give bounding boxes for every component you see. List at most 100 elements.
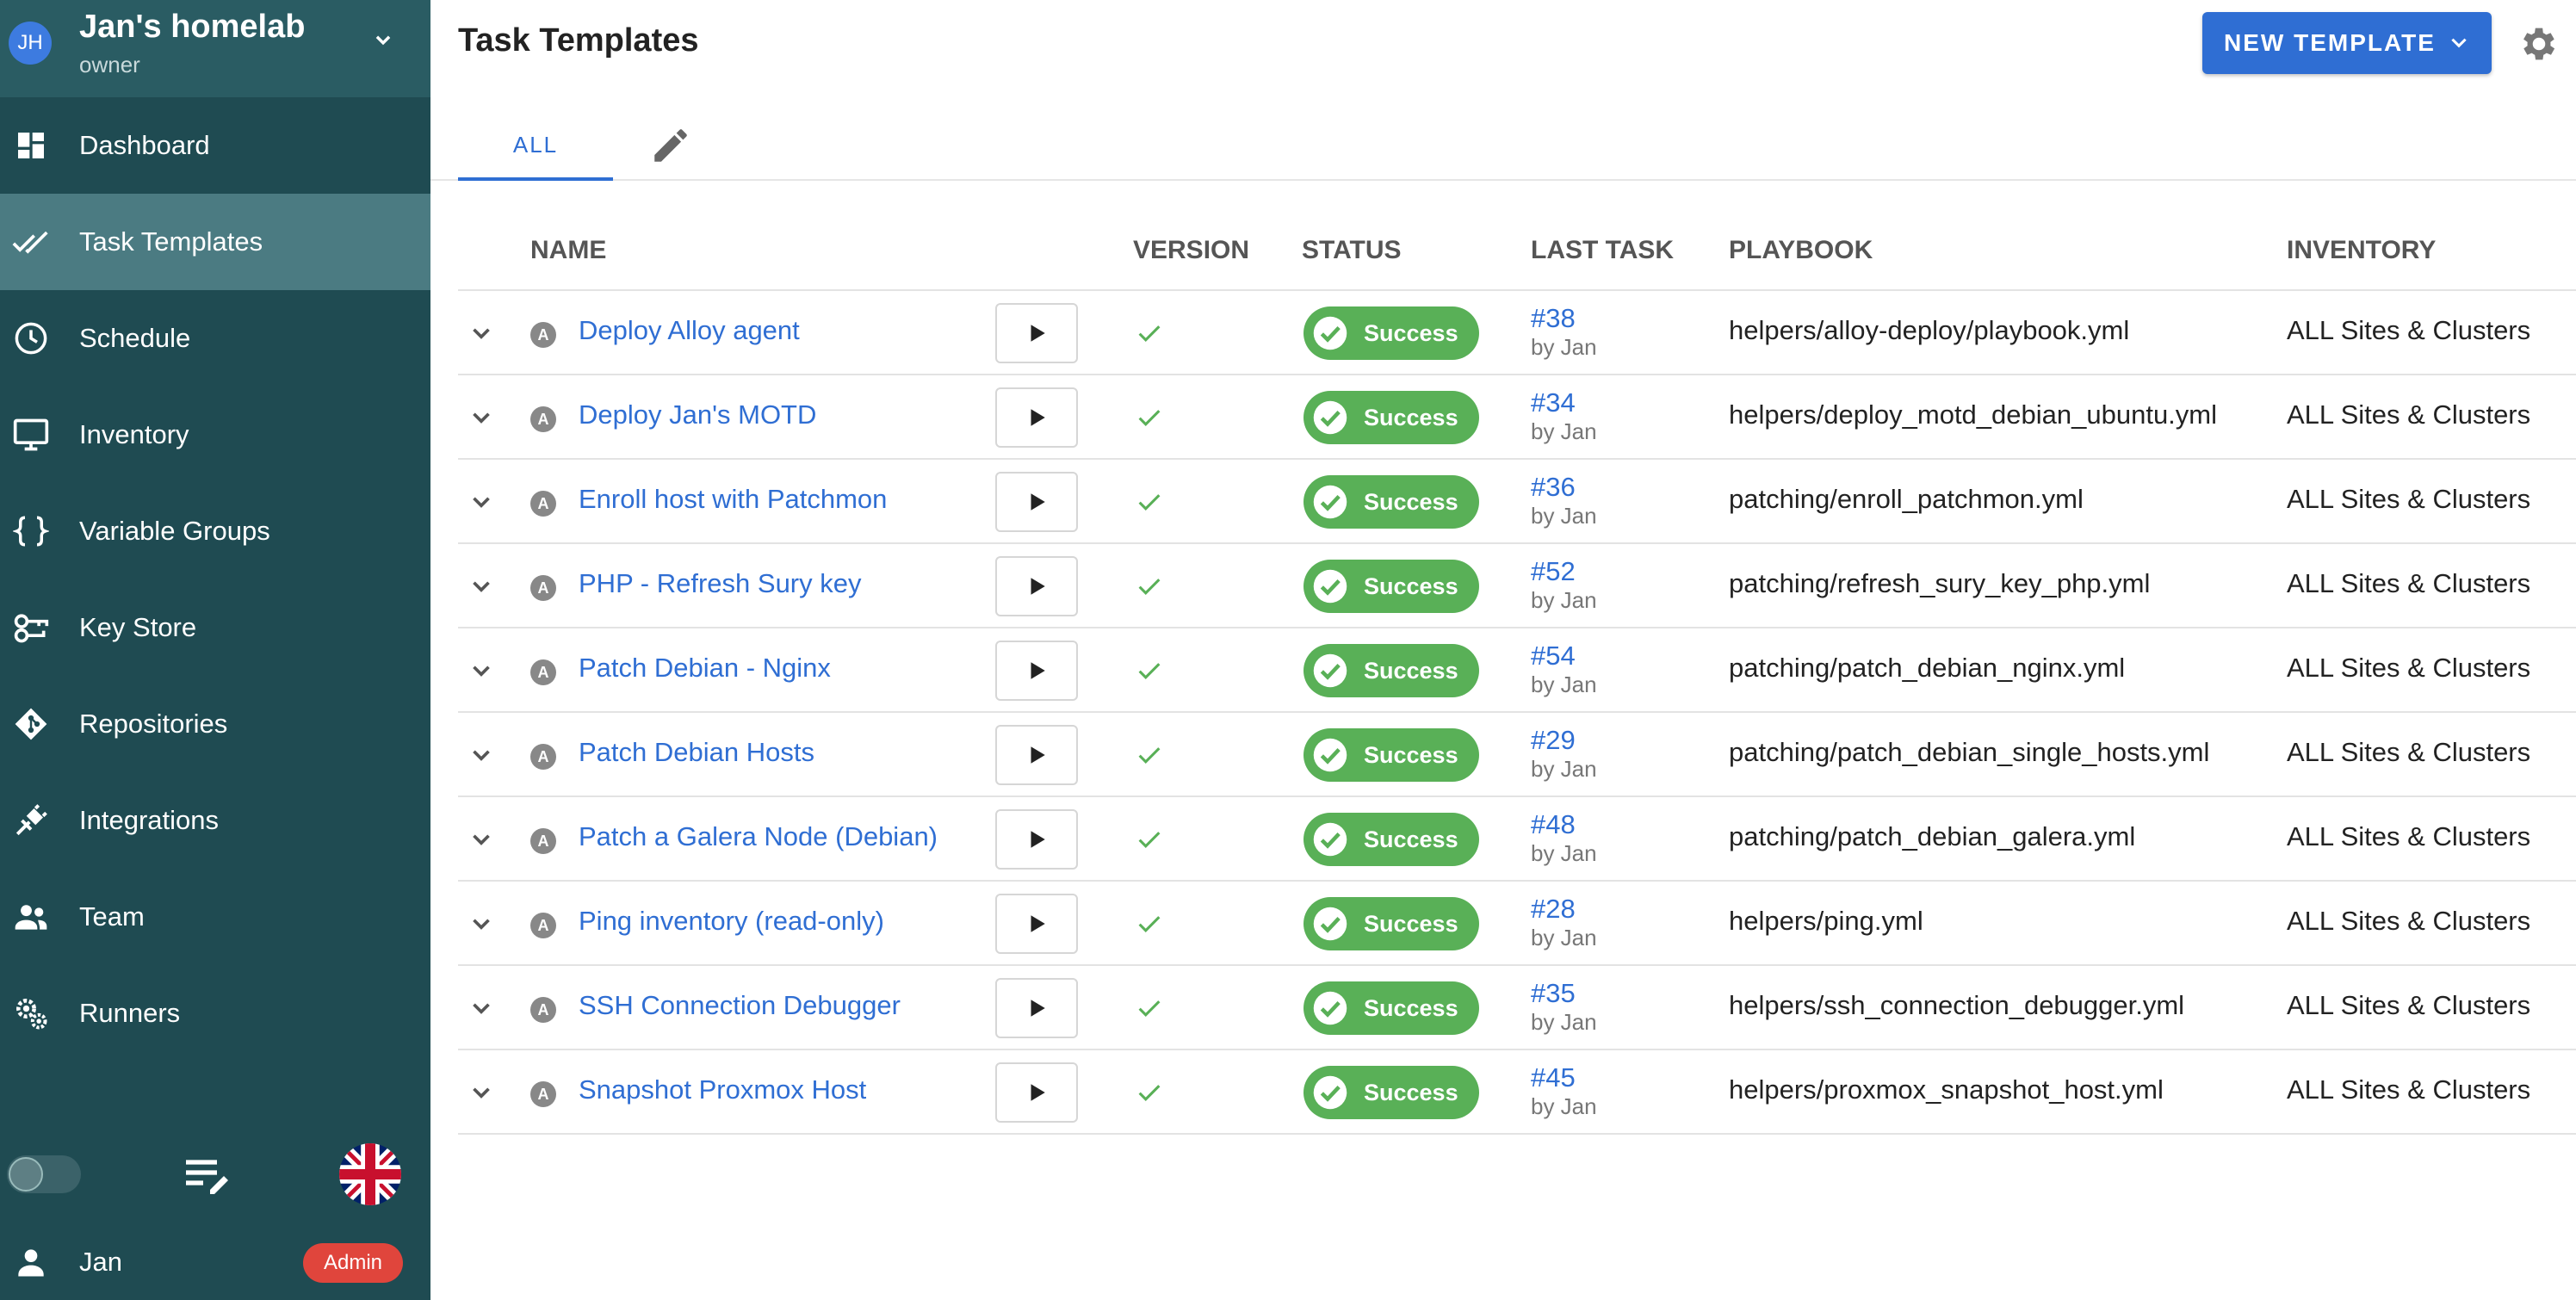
column-header-playbook[interactable]: PLAYBOOK: [1729, 236, 1873, 265]
inventory-name: ALL Sites & Clusters: [2287, 1074, 2531, 1105]
chevron-down-icon[interactable]: [467, 572, 496, 601]
table-row: A Snapshot Proxmox Host Success #45 by J…: [458, 1050, 2576, 1135]
sidebar-item-inventory[interactable]: Inventory: [0, 387, 430, 483]
sidebar: JH Jan's homelab owner Dashboard Task Te…: [0, 0, 430, 1300]
run-button[interactable]: [995, 894, 1078, 954]
inventory-name: ALL Sites & Clusters: [2287, 653, 2531, 683]
table-row: A Deploy Alloy agent Success #38 by Jan …: [458, 291, 2576, 375]
user-name: Jan: [79, 1247, 122, 1277]
chevron-down-icon[interactable]: [467, 825, 496, 854]
sidebar-item-team[interactable]: Team: [0, 869, 430, 965]
tab-all[interactable]: ALL: [458, 112, 613, 181]
clock-icon: [12, 319, 50, 357]
template-name-link[interactable]: Snapshot Proxmox Host: [579, 1074, 866, 1105]
chevron-down-icon: [2451, 38, 2467, 48]
last-task-link[interactable]: #34: [1531, 387, 1576, 418]
sidebar-item-integrations[interactable]: Integrations: [0, 772, 430, 869]
run-button[interactable]: [995, 472, 1078, 532]
sidebar-item-repositories[interactable]: Repositories: [0, 676, 430, 772]
column-header-version[interactable]: VERSION: [1133, 236, 1249, 265]
dark-mode-toggle[interactable]: [7, 1155, 81, 1193]
sidebar-item-label: Repositories: [79, 709, 228, 739]
template-name-link[interactable]: Deploy Alloy agent: [579, 315, 800, 346]
last-task-link[interactable]: #48: [1531, 809, 1576, 840]
last-task-link[interactable]: #35: [1531, 978, 1576, 1009]
sidebar-item-variable-groups[interactable]: Variable Groups: [0, 483, 430, 579]
table-row: A Ping inventory (read-only) Success #28…: [458, 882, 2576, 966]
chevron-down-icon[interactable]: [467, 319, 496, 348]
playbook-path: helpers/ping.yml: [1729, 906, 1923, 936]
sidebar-item-label: Runners: [79, 998, 181, 1028]
template-name-link[interactable]: Deploy Jan's MOTD: [579, 399, 816, 430]
template-name-link[interactable]: Patch a Galera Node (Debian): [579, 821, 938, 852]
gears-icon: [12, 994, 50, 1032]
last-task-link[interactable]: #36: [1531, 472, 1576, 503]
sidebar-item-dashboard[interactable]: Dashboard: [0, 97, 430, 194]
last-task-link[interactable]: #29: [1531, 725, 1576, 756]
table-row: A PHP - Refresh Sury key Success #52 by …: [458, 544, 2576, 628]
check-circle-icon: [1313, 400, 1347, 435]
dashboard-icon: [12, 127, 50, 164]
sidebar-item-schedule[interactable]: Schedule: [0, 290, 430, 387]
column-header-inventory[interactable]: INVENTORY: [2287, 236, 2436, 265]
run-button[interactable]: [995, 809, 1078, 870]
chevron-down-icon[interactable]: [467, 656, 496, 685]
column-header-name[interactable]: NAME: [530, 236, 606, 265]
play-icon: [1031, 831, 1045, 848]
plug-icon: [12, 802, 50, 839]
status-badge: Success: [1303, 644, 1479, 697]
pencil-icon[interactable]: [649, 124, 692, 167]
table-row: A Patch Debian - Nginx Success #54 by Ja…: [458, 628, 2576, 713]
project-switcher[interactable]: JH Jan's homelab owner: [0, 0, 430, 97]
last-task-link[interactable]: #28: [1531, 894, 1576, 925]
current-user[interactable]: Jan Admin: [0, 1224, 430, 1300]
run-button[interactable]: [995, 303, 1078, 363]
playbook-path: helpers/alloy-deploy/playbook.yml: [1729, 315, 2130, 345]
column-header-last-task[interactable]: LAST TASK: [1531, 236, 1674, 265]
key-icon: [12, 609, 50, 647]
run-button[interactable]: [995, 641, 1078, 701]
new-template-button[interactable]: NEW TEMPLATE: [2202, 12, 2492, 74]
ansible-icon: A: [530, 659, 556, 685]
chevron-down-icon[interactable]: [467, 1078, 496, 1107]
sidebar-item-runners[interactable]: Runners: [0, 965, 430, 1062]
column-header-status[interactable]: STATUS: [1302, 236, 1402, 265]
last-task-link[interactable]: #45: [1531, 1062, 1576, 1093]
ansible-icon: A: [530, 575, 556, 601]
check-icon: [1138, 494, 1161, 511]
check-circle-icon: [1313, 991, 1347, 1025]
template-name-link[interactable]: PHP - Refresh Sury key: [579, 568, 861, 599]
run-button[interactable]: [995, 978, 1078, 1038]
sidebar-item-task-templates[interactable]: Task Templates: [0, 194, 430, 290]
run-button[interactable]: [995, 556, 1078, 616]
chevron-down-icon[interactable]: [467, 740, 496, 770]
uk-flag-icon[interactable]: [339, 1143, 401, 1205]
template-name-link[interactable]: SSH Connection Debugger: [579, 990, 901, 1021]
run-button[interactable]: [995, 387, 1078, 448]
ansible-icon: A: [530, 828, 556, 854]
inventory-name: ALL Sites & Clusters: [2287, 821, 2531, 851]
inventory-name: ALL Sites & Clusters: [2287, 737, 2531, 767]
ansible-icon: A: [530, 744, 556, 770]
settings-gear-icon[interactable]: [2517, 22, 2561, 65]
template-name-link[interactable]: Ping inventory (read-only): [579, 906, 884, 937]
template-name-link[interactable]: Enroll host with Patchmon: [579, 484, 887, 515]
chevron-down-icon[interactable]: [467, 403, 496, 432]
check-icon: [1138, 1000, 1161, 1017]
chevron-down-icon[interactable]: [467, 994, 496, 1023]
playbook-path: patching/patch_debian_nginx.yml: [1729, 653, 2126, 683]
chevron-down-icon[interactable]: [368, 26, 398, 55]
sidebar-item-key-store[interactable]: Key Store: [0, 579, 430, 676]
run-button[interactable]: [995, 1062, 1078, 1123]
last-task-link[interactable]: #54: [1531, 641, 1576, 672]
last-task-author: by Jan: [1531, 418, 1597, 444]
run-button[interactable]: [995, 725, 1078, 785]
last-task-link[interactable]: #38: [1531, 303, 1576, 334]
edit-notes-icon[interactable]: [183, 1157, 231, 1195]
last-task-link[interactable]: #52: [1531, 556, 1576, 587]
inventory-name: ALL Sites & Clusters: [2287, 568, 2531, 598]
chevron-down-icon[interactable]: [467, 909, 496, 938]
template-name-link[interactable]: Patch Debian Hosts: [579, 737, 814, 768]
template-name-link[interactable]: Patch Debian - Nginx: [579, 653, 831, 684]
chevron-down-icon[interactable]: [467, 487, 496, 517]
